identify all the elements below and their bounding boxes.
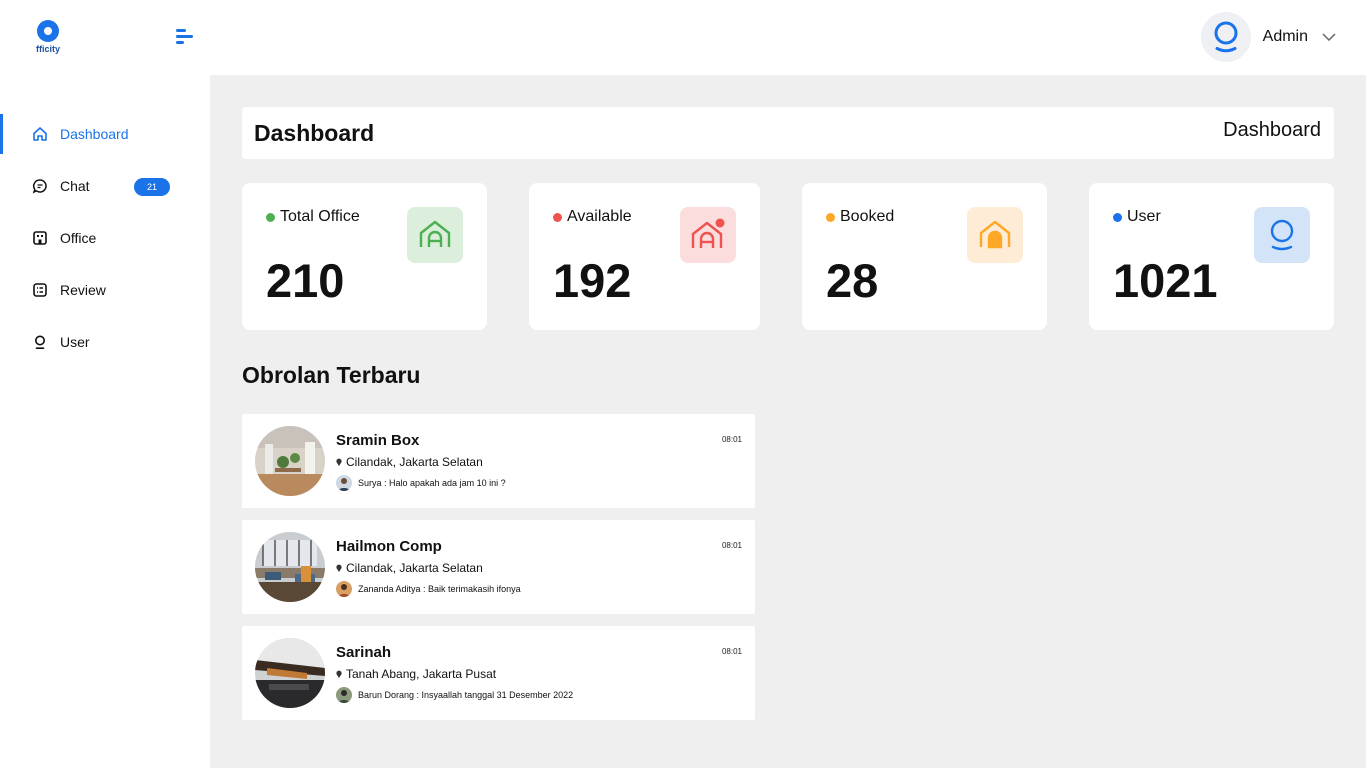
- sidebar: fficity Dashboard Chat 21 Office Review …: [0, 0, 210, 768]
- status-dot: [826, 212, 835, 222]
- sidebar-item-user[interactable]: User: [0, 316, 210, 368]
- stat-value: 210: [266, 254, 345, 307]
- sidebar-item-chat[interactable]: Chat 21: [0, 160, 210, 212]
- sidebar-item-review[interactable]: Review: [0, 264, 210, 316]
- chat-name: Hailmon Comp: [336, 538, 442, 555]
- chat-list-item[interactable]: Sarinah 08:01 Tanah Abang, Jakarta Pusat…: [242, 626, 755, 720]
- chat-count-badge: 21: [134, 178, 170, 196]
- chat-last-message: Zananda Aditya : Baik terimakasih ifonya: [358, 584, 521, 594]
- page-header: Dashboard Dashboard: [242, 107, 1334, 159]
- breadcrumb: Dashboard: [1223, 119, 1321, 141]
- office-icon: [32, 230, 48, 246]
- review-icon: [32, 282, 48, 298]
- location-pin-icon: [336, 458, 342, 466]
- office-photo: [255, 532, 325, 602]
- chat-time: 08:01: [721, 435, 742, 444]
- status-dot: [553, 212, 562, 222]
- stat-card-total-office: Total Office 210: [242, 183, 487, 330]
- home-booked-icon: [967, 207, 1023, 263]
- sidebar-nav: Dashboard Chat 21 Office Review User: [0, 108, 210, 368]
- chat-last-message: Barun Dorang : Insyaallah tanggal 31 Des…: [358, 690, 574, 700]
- chat-location: Cilandak, Jakarta Selatan: [346, 455, 483, 469]
- stat-value: 192: [553, 254, 632, 307]
- sidebar-item-label: Office: [60, 230, 97, 246]
- sidebar-item-dashboard[interactable]: Dashboard: [0, 108, 210, 160]
- avatar: [1200, 12, 1251, 62]
- user-avatar-icon: [1214, 21, 1238, 53]
- stat-label: Total Office: [280, 208, 360, 225]
- user-menu[interactable]: Admin: [1200, 12, 1336, 62]
- chat-time: 08:01: [721, 647, 742, 656]
- home-notification-icon: [680, 207, 736, 263]
- stat-card-booked: Booked 28: [802, 183, 1047, 330]
- location-pin-icon: [336, 564, 342, 572]
- user-icon: [1254, 207, 1310, 263]
- status-dot: [1113, 212, 1122, 222]
- sidebar-item-label: Dashboard: [60, 126, 129, 142]
- chat-name: Sramin Box: [336, 432, 420, 449]
- location-pin-icon: [336, 670, 342, 678]
- sidebar-item-label: Review: [60, 282, 106, 298]
- chat-name: Sarinah: [336, 644, 392, 661]
- logo-text: fficity: [35, 44, 60, 54]
- user-name: Admin: [1262, 28, 1308, 45]
- chat-list-item[interactable]: Hailmon Comp 08:01 Cilandak, Jakarta Sel…: [242, 520, 755, 614]
- stat-card-user: User 1021: [1089, 183, 1334, 330]
- chevron-down-icon[interactable]: [1322, 33, 1336, 41]
- sender-avatar: [336, 687, 352, 703]
- home-icon: [32, 126, 48, 142]
- sidebar-item-office[interactable]: Office: [0, 212, 210, 264]
- home-icon: [407, 207, 463, 263]
- sidebar-item-label: User: [60, 334, 90, 350]
- user-icon: [32, 334, 48, 350]
- stat-label: User: [1127, 208, 1161, 225]
- page-title: Dashboard: [254, 120, 375, 146]
- menu-toggle-icon[interactable]: [176, 29, 194, 45]
- chat-last-message: Surya : Halo apakah ada jam 10 ini ?: [358, 478, 506, 488]
- section-title: Obrolan Terbaru: [242, 362, 421, 388]
- chat-location: Tanah Abang, Jakarta Pusat: [346, 667, 497, 681]
- stat-value: 28: [826, 254, 879, 307]
- stat-card-available: Available 192: [529, 183, 760, 330]
- sender-avatar: [336, 581, 352, 597]
- office-photo: [255, 638, 325, 708]
- stat-label: Available: [567, 208, 632, 225]
- chat-icon: [32, 178, 48, 194]
- sidebar-item-label: Chat: [60, 178, 90, 194]
- office-photo: [255, 426, 325, 496]
- top-bar: Admin: [210, 0, 1366, 75]
- app-logo[interactable]: fficity: [32, 20, 64, 54]
- sender-avatar: [336, 475, 352, 491]
- stat-label: Booked: [840, 208, 895, 225]
- chat-location: Cilandak, Jakarta Selatan: [346, 561, 483, 575]
- chat-list-item[interactable]: Sramin Box 08:01 Cilandak, Jakarta Selat…: [242, 414, 755, 508]
- chat-time: 08:01: [721, 541, 742, 550]
- stat-value: 1021: [1113, 254, 1218, 307]
- logo-icon: [37, 20, 59, 42]
- status-dot: [266, 212, 275, 222]
